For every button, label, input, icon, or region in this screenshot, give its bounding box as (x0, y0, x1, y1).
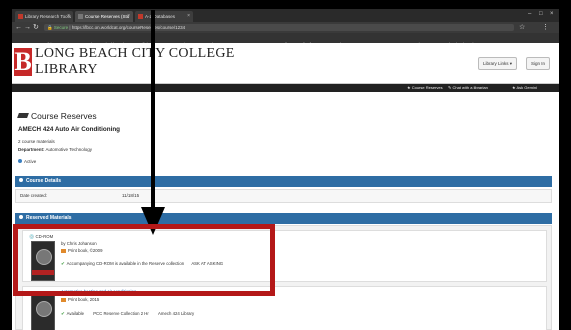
forward-icon[interactable]: → (24, 23, 31, 32)
tab-label: Course Reserves (Stu (85, 14, 130, 19)
logo-library-label[interactable]: LIBRARY (35, 62, 98, 78)
close-tab-icon[interactable]: × (187, 11, 190, 22)
url-text: https://lbcc.on.worldcat.org/courseReser… (71, 25, 186, 30)
course-title: AMECH 424 Auto Air Conditioning (18, 126, 121, 133)
availability-line: ✔ Available PCC Reserve Collection 2 Hr A… (61, 311, 194, 317)
status-badge: Active (18, 159, 36, 164)
date-created-label: Date created: (20, 193, 48, 198)
sign-in-button[interactable]: Sign In (526, 57, 551, 70)
date-created-row: Date created: 11/18/15 (15, 189, 552, 203)
materials-count: 2 course materials (18, 139, 55, 144)
cover-gauge-graphic (36, 301, 52, 317)
book-cover-image[interactable] (31, 293, 55, 330)
department-line: Department: Automotive Technology (18, 147, 92, 152)
nav-link-label: Ask Gemini (516, 85, 537, 90)
bookmark-star-icon[interactable]: ☆ (519, 23, 525, 32)
nav-course-reserves[interactable]: ★ Course Reserves (407, 84, 443, 92)
annotation-highlight-box (13, 224, 275, 296)
browser-tab-az-databases[interactable]: A-Z Databases × (135, 11, 193, 22)
graduation-cap-icon (17, 113, 29, 118)
library-links-label: Library Links (483, 61, 509, 66)
url-field[interactable]: 🔒 Secure | https://lbcc.on.worldcat.org/… (44, 24, 514, 31)
course-details-header[interactable]: Course Details (15, 176, 552, 187)
logo-college-name[interactable]: LONG BEACH CITY COLLEGE (35, 46, 235, 62)
favicon-icon (138, 14, 143, 19)
info-icon (19, 178, 23, 182)
favicon-icon (78, 14, 83, 19)
annotation-arrow-shaft (151, 10, 155, 210)
browser-tab-library-research[interactable]: Library Research Tools × (15, 11, 73, 22)
close-window-icon[interactable]: × (550, 11, 554, 17)
format-text: Print book, 2015 (68, 297, 100, 302)
page-title: Course Reserves (17, 111, 97, 121)
back-icon[interactable]: ← (15, 23, 22, 32)
nav-chat-librarian[interactable]: ✎ Chat with a librarian (448, 84, 488, 92)
reload-icon[interactable]: ↻ (33, 23, 39, 32)
address-bar-row: ← → ↻ 🔒 Secure | https://lbcc.on.worldca… (12, 22, 559, 33)
chevron-down-icon: ▾ (509, 61, 513, 66)
favicon-icon (18, 14, 23, 19)
lbcc-logo-mark[interactable]: B (14, 48, 32, 76)
status-dot-icon (18, 159, 22, 163)
site-header: B LONG BEACH CITY COLLEGE LIBRARY Librar… (12, 43, 559, 84)
bookmarks-bar: AppsWikiOR Campus EdBlackboardStarfishLB… (12, 33, 559, 43)
department-value: Automotive Technology (45, 147, 92, 152)
format-line: Print book, 2015 (61, 297, 99, 302)
maximize-icon[interactable]: □ (539, 11, 543, 17)
section-title-text: Course Reserves (31, 111, 97, 121)
browser-tab-bar: Library Research Tools × Course Reserves… (12, 9, 559, 22)
browser-tab-course-reserves[interactable]: Course Reserves (Stu × (75, 11, 133, 22)
availability-text: Available (66, 311, 84, 316)
location-text: PCC Reserve Collection 2 Hr (93, 311, 149, 316)
call-number: Amech 424 Library (158, 311, 195, 316)
tab-label: A-Z Databases (145, 14, 176, 19)
info-icon (19, 215, 23, 219)
book-icon (61, 297, 66, 302)
secure-label: Secure (53, 25, 69, 30)
department-label: Department: (18, 147, 45, 152)
lock-icon: 🔒 (47, 25, 53, 30)
reserved-materials-header[interactable]: Reserved Materials (15, 213, 552, 224)
date-created-value: 11/18/15 (122, 193, 140, 198)
nav-link-label: Chat with a librarian (452, 85, 488, 90)
nav-ask[interactable]: ★ Ask Gemini (512, 84, 537, 92)
checkmark-icon: ✔ (61, 311, 65, 316)
status-text: Active (24, 159, 37, 164)
menu-icon[interactable]: ⋮ (542, 23, 549, 32)
course-details-heading: Course Details (26, 178, 62, 184)
utility-nav-bar: ★ Course Reserves ✎ Chat with a libraria… (12, 84, 559, 92)
tab-label: Library Research Tools (25, 14, 71, 19)
close-tab-icon[interactable]: × (127, 11, 130, 22)
reserved-materials-heading: Reserved Materials (26, 215, 72, 221)
minimize-icon[interactable]: – (528, 11, 531, 17)
close-tab-icon[interactable]: × (67, 11, 70, 22)
nav-link-label: Course Reserves (411, 85, 443, 90)
library-links-button[interactable]: Library Links ▾ (478, 57, 518, 70)
